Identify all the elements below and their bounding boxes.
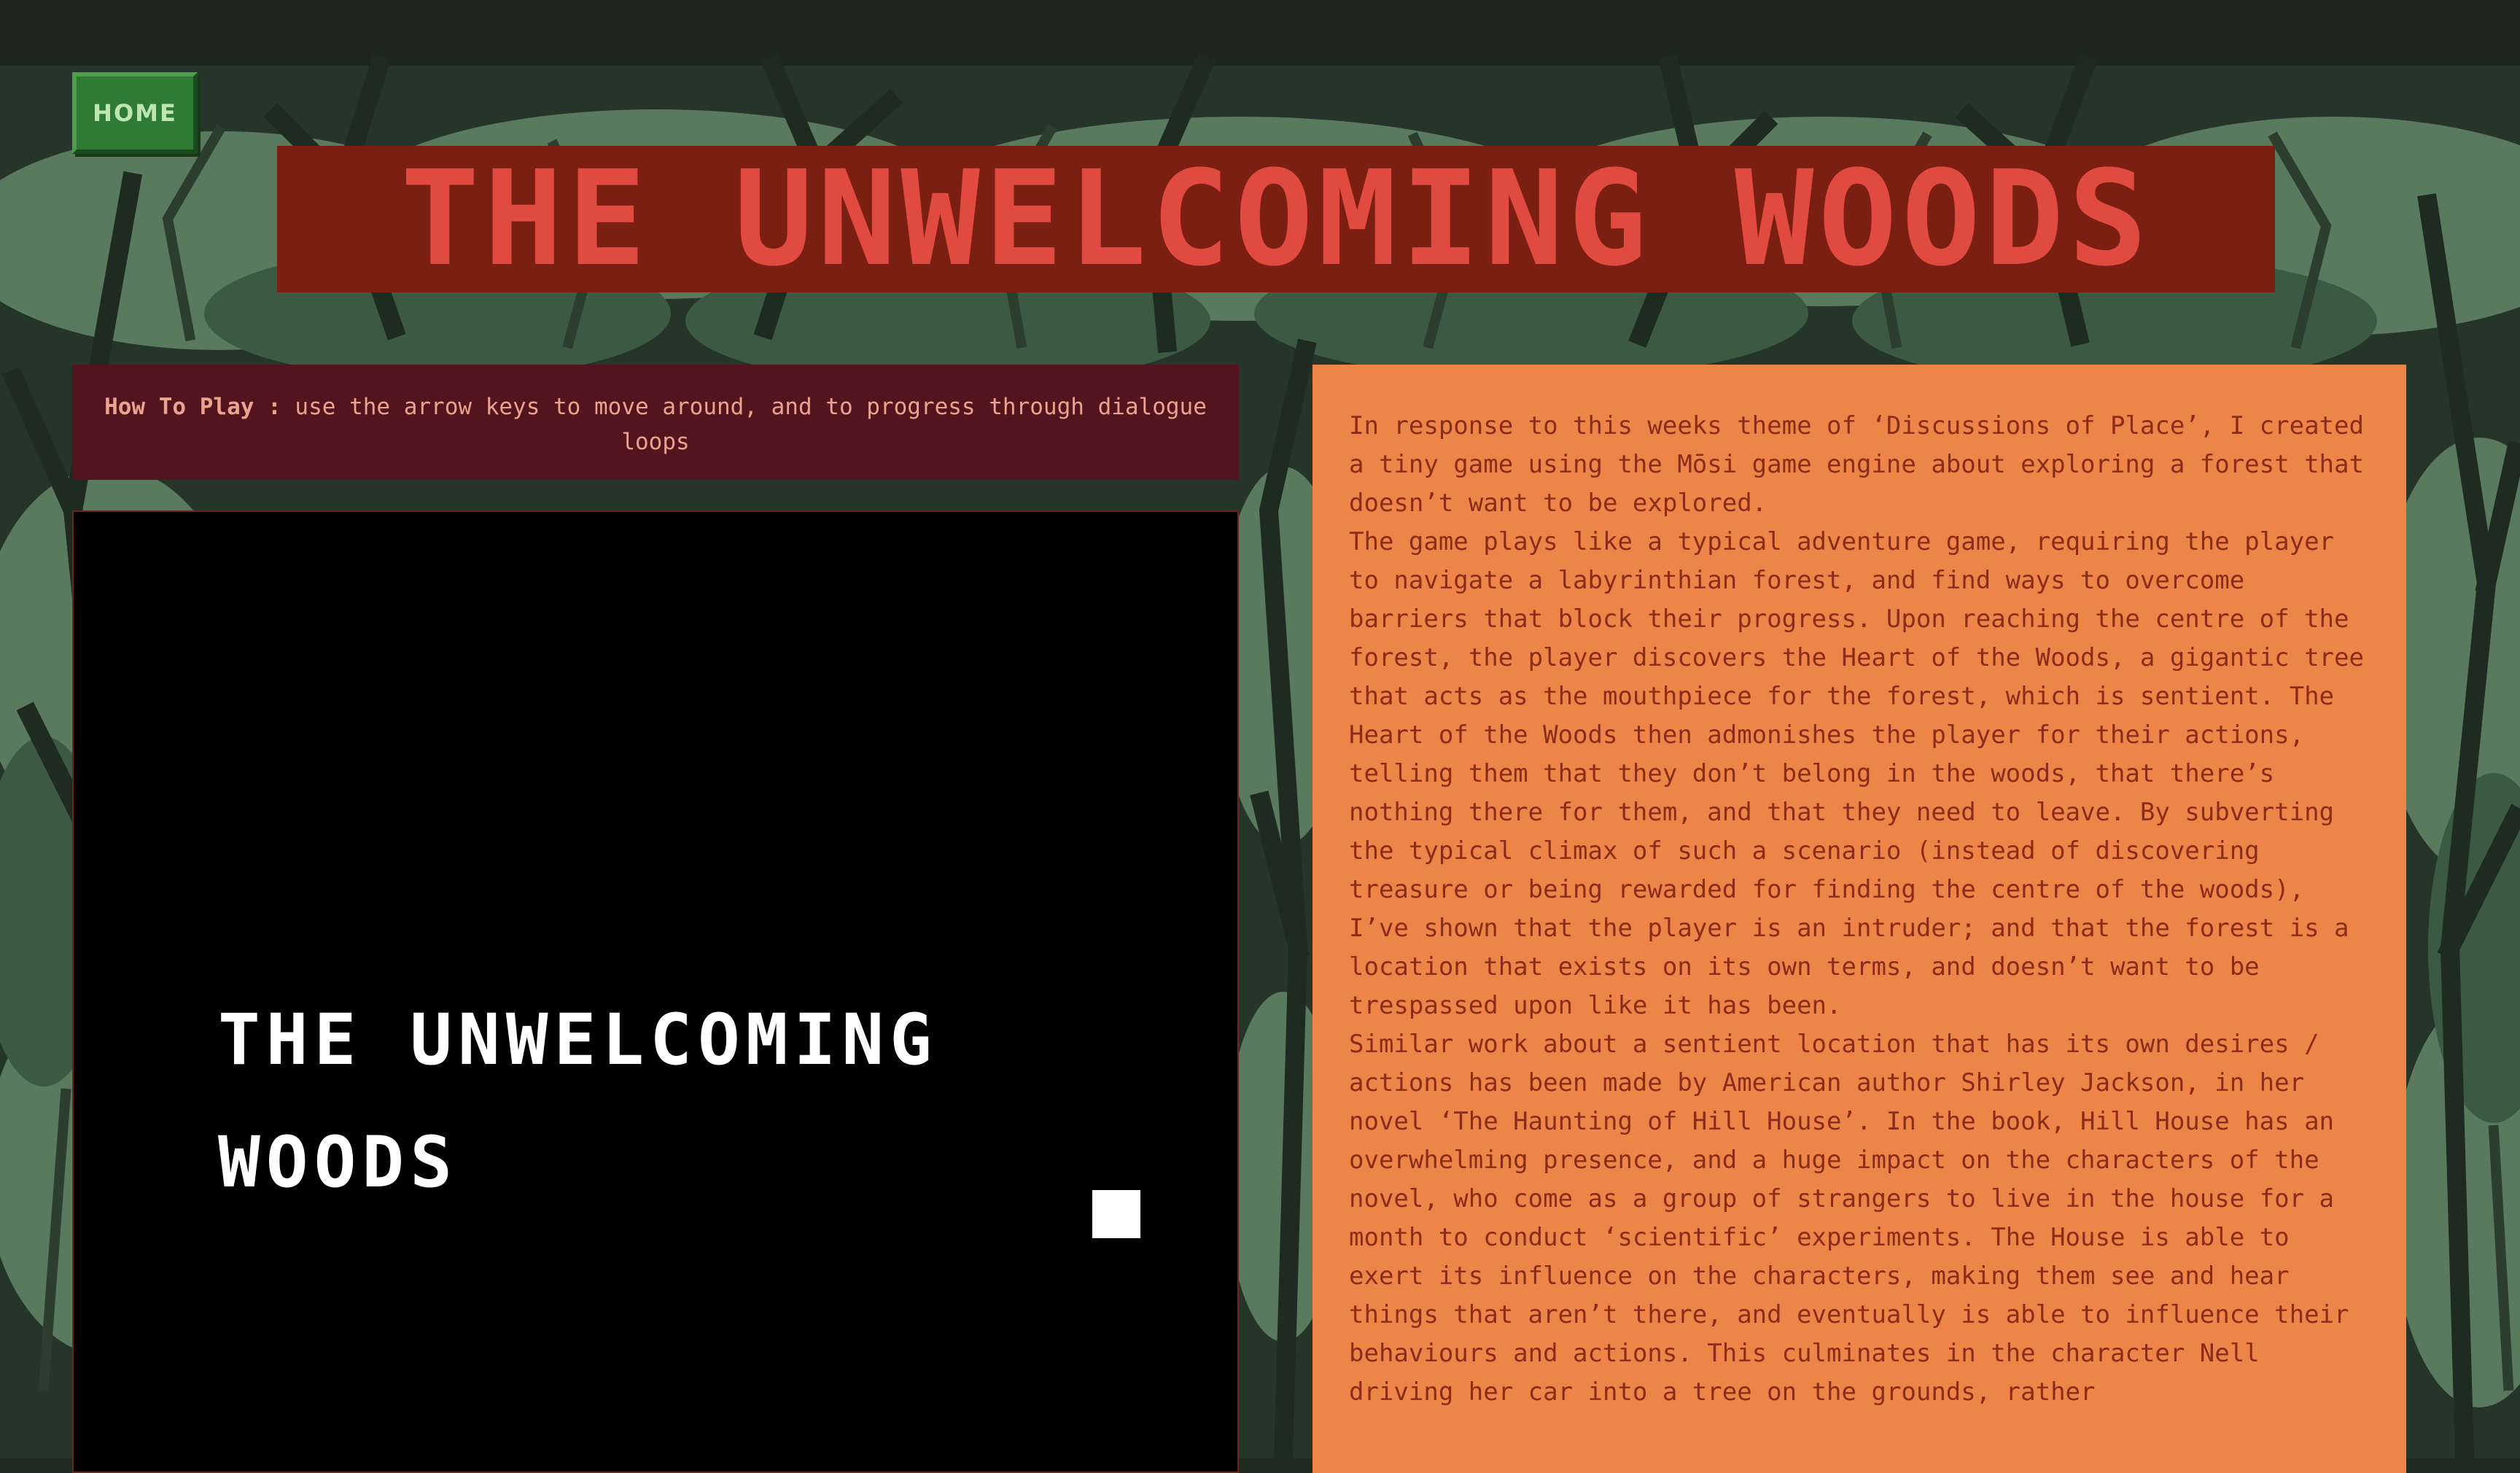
- home-button-label: HOME: [93, 99, 177, 127]
- description-panel: In response to this weeks theme of ‘Disc…: [1312, 365, 2406, 1473]
- how-to-play-text: How To Play : use the arrow keys to move…: [87, 389, 1224, 459]
- description-paragraph-3: Similar work about a sentient location t…: [1349, 1030, 2349, 1407]
- title-banner: THE UNWELCOMING WOODS: [277, 146, 2275, 292]
- description-paragraph-1: In response to this weeks theme of ‘Disc…: [1349, 411, 2364, 518]
- game-title-line2: WOODS: [218, 1122, 458, 1203]
- home-button[interactable]: HOME: [72, 72, 198, 154]
- how-to-play-instructions: use the arrow keys to move around, and t…: [281, 394, 1207, 455]
- game-title: THE UNWELCOMING WOODS: [218, 979, 1093, 1224]
- page-title: THE UNWELCOMING WOODS: [400, 142, 2152, 295]
- how-to-play-label: How To Play :: [104, 394, 281, 420]
- how-to-play-box: How To Play : use the arrow keys to move…: [72, 365, 1239, 480]
- game-canvas[interactable]: THE UNWELCOMING WOODS: [72, 510, 1239, 1473]
- game-title-line1: THE UNWELCOMING: [218, 999, 938, 1081]
- player-cursor-block: [1092, 1190, 1140, 1238]
- description-paragraph-2: The game plays like a typical adventure …: [1349, 527, 2364, 1020]
